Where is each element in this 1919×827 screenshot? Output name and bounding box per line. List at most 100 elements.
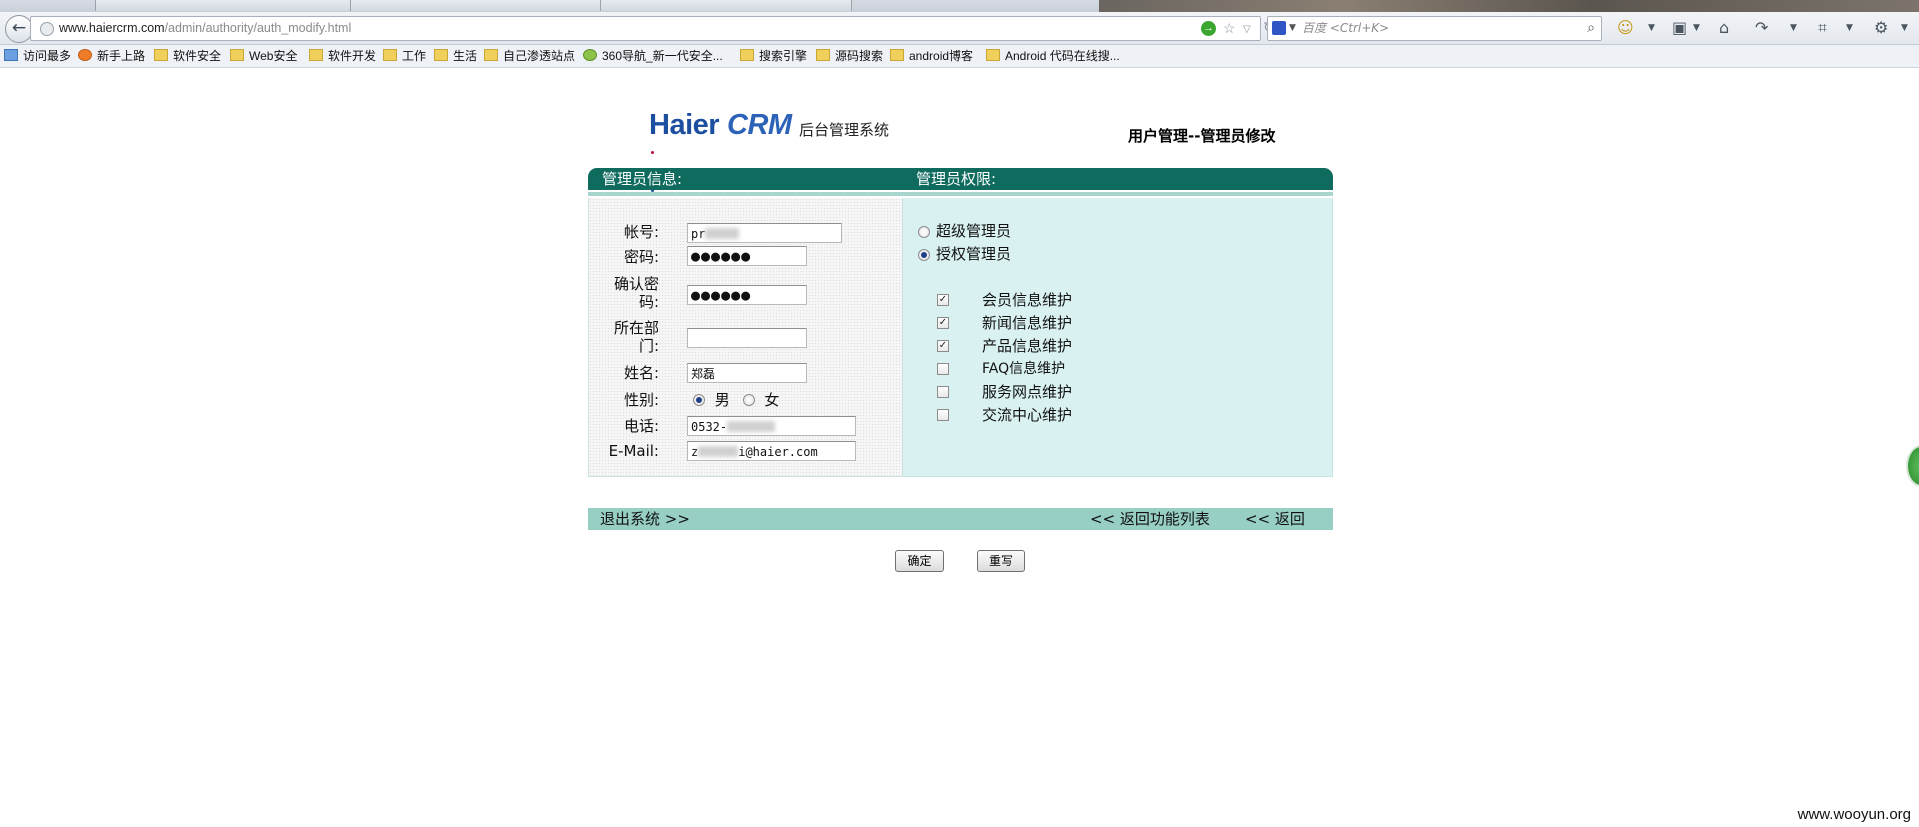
history-dropdown-icon[interactable]: ▽ <box>1243 23 1251 37</box>
perm-member-checkbox[interactable]: ✓ <box>937 294 949 306</box>
crop-icon[interactable]: ⌗ <box>1818 19 1827 37</box>
perm-exchange-checkbox[interactable] <box>937 409 949 421</box>
bookmark-folder[interactable]: 自己渗透站点 <box>484 45 575 67</box>
logout-link[interactable]: 退出系统 >> <box>600 508 690 530</box>
browser-tab[interactable] <box>600 0 852 11</box>
name-label: 姓名: <box>623 364 659 382</box>
browser-tab[interactable] <box>350 0 602 11</box>
site-identity-icon[interactable] <box>40 22 54 36</box>
back-button[interactable]: ← <box>5 15 33 43</box>
admin-edit-panel: 管理员信息: 管理员权限: 帐号: pr 密码: ●●●●●● 确认密码: ●●… <box>588 168 1333 530</box>
folder-icon <box>434 49 448 61</box>
perm-exchange-label: 交流中心维护 <box>982 406 1073 424</box>
perm-member-label: 会员信息维护 <box>982 291 1073 309</box>
perm-service-label: 服务网点维护 <box>982 383 1073 401</box>
email-field[interactable]: z i@haier.com <box>687 441 856 461</box>
gender-female-radio[interactable] <box>742 394 755 406</box>
watermark: www.wooyun.org <box>1797 806 1911 823</box>
password-label: 密码: <box>623 248 659 266</box>
bookmarks-toolbar: 访问最多 新手上路 软件安全 Web安全 软件开发 工作 生活 自己渗透站点 3… <box>0 45 1919 68</box>
bookmark-folder[interactable]: 搜索引擎 <box>740 45 807 67</box>
department-field[interactable] <box>687 328 807 348</box>
bookmark-360-nav[interactable]: 360导航_新一代安全... <box>583 45 723 67</box>
email-label: E-Mail: <box>608 442 659 460</box>
folder-icon <box>986 49 1000 61</box>
go-icon[interactable]: → <box>1201 21 1216 36</box>
panel-footer: 退出系统 >> << 返回功能列表 << 返回 <box>588 508 1333 530</box>
authorized-admin-label: 授权管理员 <box>936 245 1012 263</box>
chevron-down-icon[interactable]: ▼ <box>1790 19 1797 37</box>
phone-field[interactable]: 0532- <box>687 416 856 436</box>
browser-tab[interactable] <box>95 0 352 11</box>
folder-icon <box>816 49 830 61</box>
panel-body: 帐号: pr 密码: ●●●●●● 确认密码: ●●●●●● 所在部门: 姓名:… <box>588 198 1333 477</box>
gender-male-radio[interactable] <box>693 394 705 406</box>
reset-button[interactable]: 重写 <box>977 550 1025 572</box>
window-background <box>1099 0 1919 12</box>
chevron-down-icon[interactable]: ▼ <box>1693 19 1700 37</box>
phone-label: 电话: <box>623 417 659 435</box>
confirm-password-field[interactable]: ●●●●●● <box>687 285 807 305</box>
chevron-down-icon[interactable]: ▼ <box>1648 19 1655 37</box>
department-label: 所在部门: <box>613 319 659 355</box>
floating-widget[interactable] <box>1906 445 1919 487</box>
password-field[interactable]: ●●●●●● <box>687 246 807 266</box>
folder-icon <box>484 49 498 61</box>
folder-icon <box>154 49 168 61</box>
account-field[interactable]: pr <box>687 223 842 243</box>
logo-text: Haier CRM <box>649 109 792 141</box>
perm-news-checkbox[interactable]: ✓ <box>937 317 949 329</box>
tools-icon[interactable]: ⚙ <box>1874 19 1888 37</box>
bookmark-folder[interactable]: 工作 <box>383 45 426 67</box>
perm-faq-label: FAQ信息维护 <box>982 361 1066 377</box>
share-icon[interactable]: ↷ <box>1755 19 1768 37</box>
panel-header: 管理员信息: 管理员权限: <box>588 168 1333 190</box>
admin-info-form: 帐号: pr 密码: ●●●●●● 确认密码: ●●●●●● 所在部门: 姓名:… <box>589 198 903 476</box>
bookmark-folder[interactable]: 源码搜索 <box>816 45 883 67</box>
perm-service-checkbox[interactable] <box>937 386 949 398</box>
perm-product-checkbox[interactable]: ✓ <box>937 340 949 352</box>
screenshot-icon[interactable]: ▣ <box>1672 19 1687 37</box>
gender-label: 性别: <box>623 391 659 409</box>
page-title: 用户管理--管理员修改 <box>1128 127 1276 145</box>
search-placeholder: 百度 <Ctrl+K> <box>1302 21 1390 35</box>
confirm-password-label: 确认密码: <box>613 275 659 311</box>
bookmark-star-icon[interactable]: ☆ <box>1223 21 1236 35</box>
perm-faq-checkbox[interactable] <box>937 363 949 375</box>
bookmark-icon <box>4 49 18 61</box>
search-icon[interactable]: ⌕ <box>1587 17 1595 40</box>
bookmark-folder[interactable]: 软件安全 <box>154 45 221 67</box>
bookmark-getting-started[interactable]: 新手上路 <box>78 45 145 67</box>
header-divider <box>588 192 1333 196</box>
bookmark-most-visited[interactable]: 访问最多 <box>4 45 71 67</box>
url-text: www.haiercrm.com/admin/authority/auth_mo… <box>59 21 352 35</box>
super-admin-radio[interactable] <box>918 226 930 238</box>
firefox-icon <box>78 49 92 61</box>
home-icon[interactable]: ⌂ <box>1719 19 1729 37</box>
folder-icon <box>309 49 323 61</box>
gender-male-label: 男 <box>714 391 730 409</box>
back-link[interactable]: << 返回 <box>1245 508 1305 530</box>
authorized-admin-radio[interactable] <box>918 249 930 261</box>
bookmark-folder[interactable]: 软件开发 <box>309 45 376 67</box>
gender-female-label: 女 <box>764 391 780 409</box>
search-bar[interactable]: ▼ 百度 <Ctrl+K> ⌕ <box>1267 16 1602 41</box>
addon-icon[interactable]: ☺ <box>1617 19 1634 37</box>
super-admin-label: 超级管理员 <box>936 222 1012 240</box>
address-bar[interactable]: www.haiercrm.com/admin/authority/auth_mo… <box>30 16 1275 41</box>
bookmark-folder[interactable]: 生活 <box>434 45 477 67</box>
folder-icon <box>230 49 244 61</box>
confirm-button[interactable]: 确定 <box>895 550 944 572</box>
chevron-down-icon[interactable]: ▼ <box>1901 19 1908 37</box>
perm-news-label: 新闻信息维护 <box>982 314 1073 332</box>
bookmark-folder[interactable]: android博客 <box>890 45 973 67</box>
name-field[interactable]: 郑磊 <box>687 363 807 383</box>
360-icon <box>583 49 597 61</box>
bookmark-folder[interactable]: Android 代码在线搜... <box>986 45 1120 67</box>
search-engine-icon[interactable] <box>1272 21 1286 35</box>
chevron-down-icon[interactable]: ▼ <box>1846 19 1853 37</box>
back-to-list-link[interactable]: << 返回功能列表 <box>1090 508 1210 530</box>
admin-permissions: 超级管理员 授权管理员 ✓ 会员信息维护 ✓ 新闻信息维护 ✓ 产品信息维护 F… <box>903 198 1332 476</box>
chevron-down-icon[interactable]: ▼ <box>1289 17 1296 40</box>
bookmark-folder[interactable]: Web安全 <box>230 45 297 67</box>
